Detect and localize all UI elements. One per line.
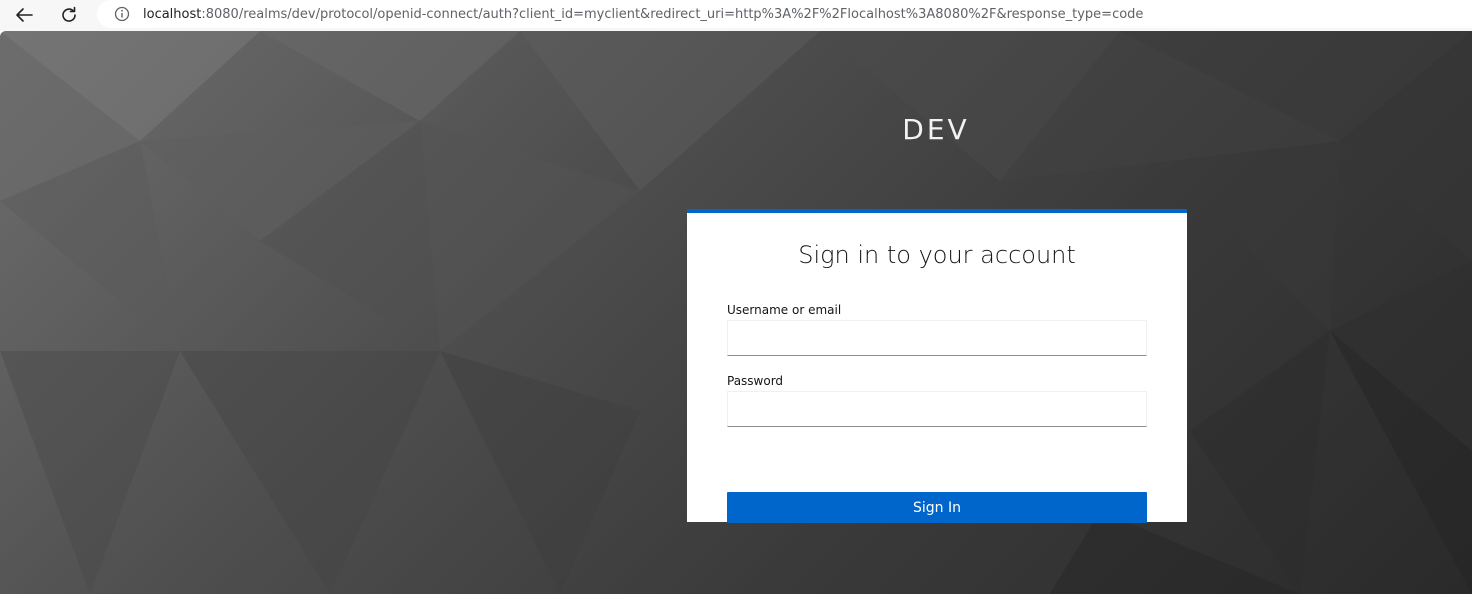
url-host: localhost: [143, 6, 202, 22]
back-button[interactable]: [10, 2, 38, 28]
address-bar[interactable]: localhost:8080/realms/dev/protocol/openi…: [97, 0, 1472, 28]
username-label: Username or email: [727, 303, 842, 317]
username-input[interactable]: [727, 320, 1147, 356]
sign-in-button[interactable]: Sign In: [727, 492, 1147, 523]
reload-button[interactable]: [55, 2, 83, 28]
login-card: Sign in to your account Username or emai…: [687, 209, 1187, 523]
realm-title: DEV: [902, 113, 970, 146]
password-label: Password: [727, 374, 784, 388]
login-page-background: DEV Sign in to your account Username or …: [0, 31, 1472, 594]
password-input[interactable]: [727, 391, 1147, 427]
reload-icon: [62, 6, 76, 22]
arrow-left-icon: [16, 8, 33, 22]
info-icon[interactable]: [113, 5, 131, 23]
login-title: Sign in to your account: [798, 241, 1076, 269]
url-path: :8080/realms/dev/protocol/openid-connect…: [201, 6, 1144, 22]
browser-toolbar: localhost:8080/realms/dev/protocol/openi…: [0, 0, 1472, 31]
url-text: localhost:8080/realms/dev/protocol/openi…: [143, 7, 1143, 22]
